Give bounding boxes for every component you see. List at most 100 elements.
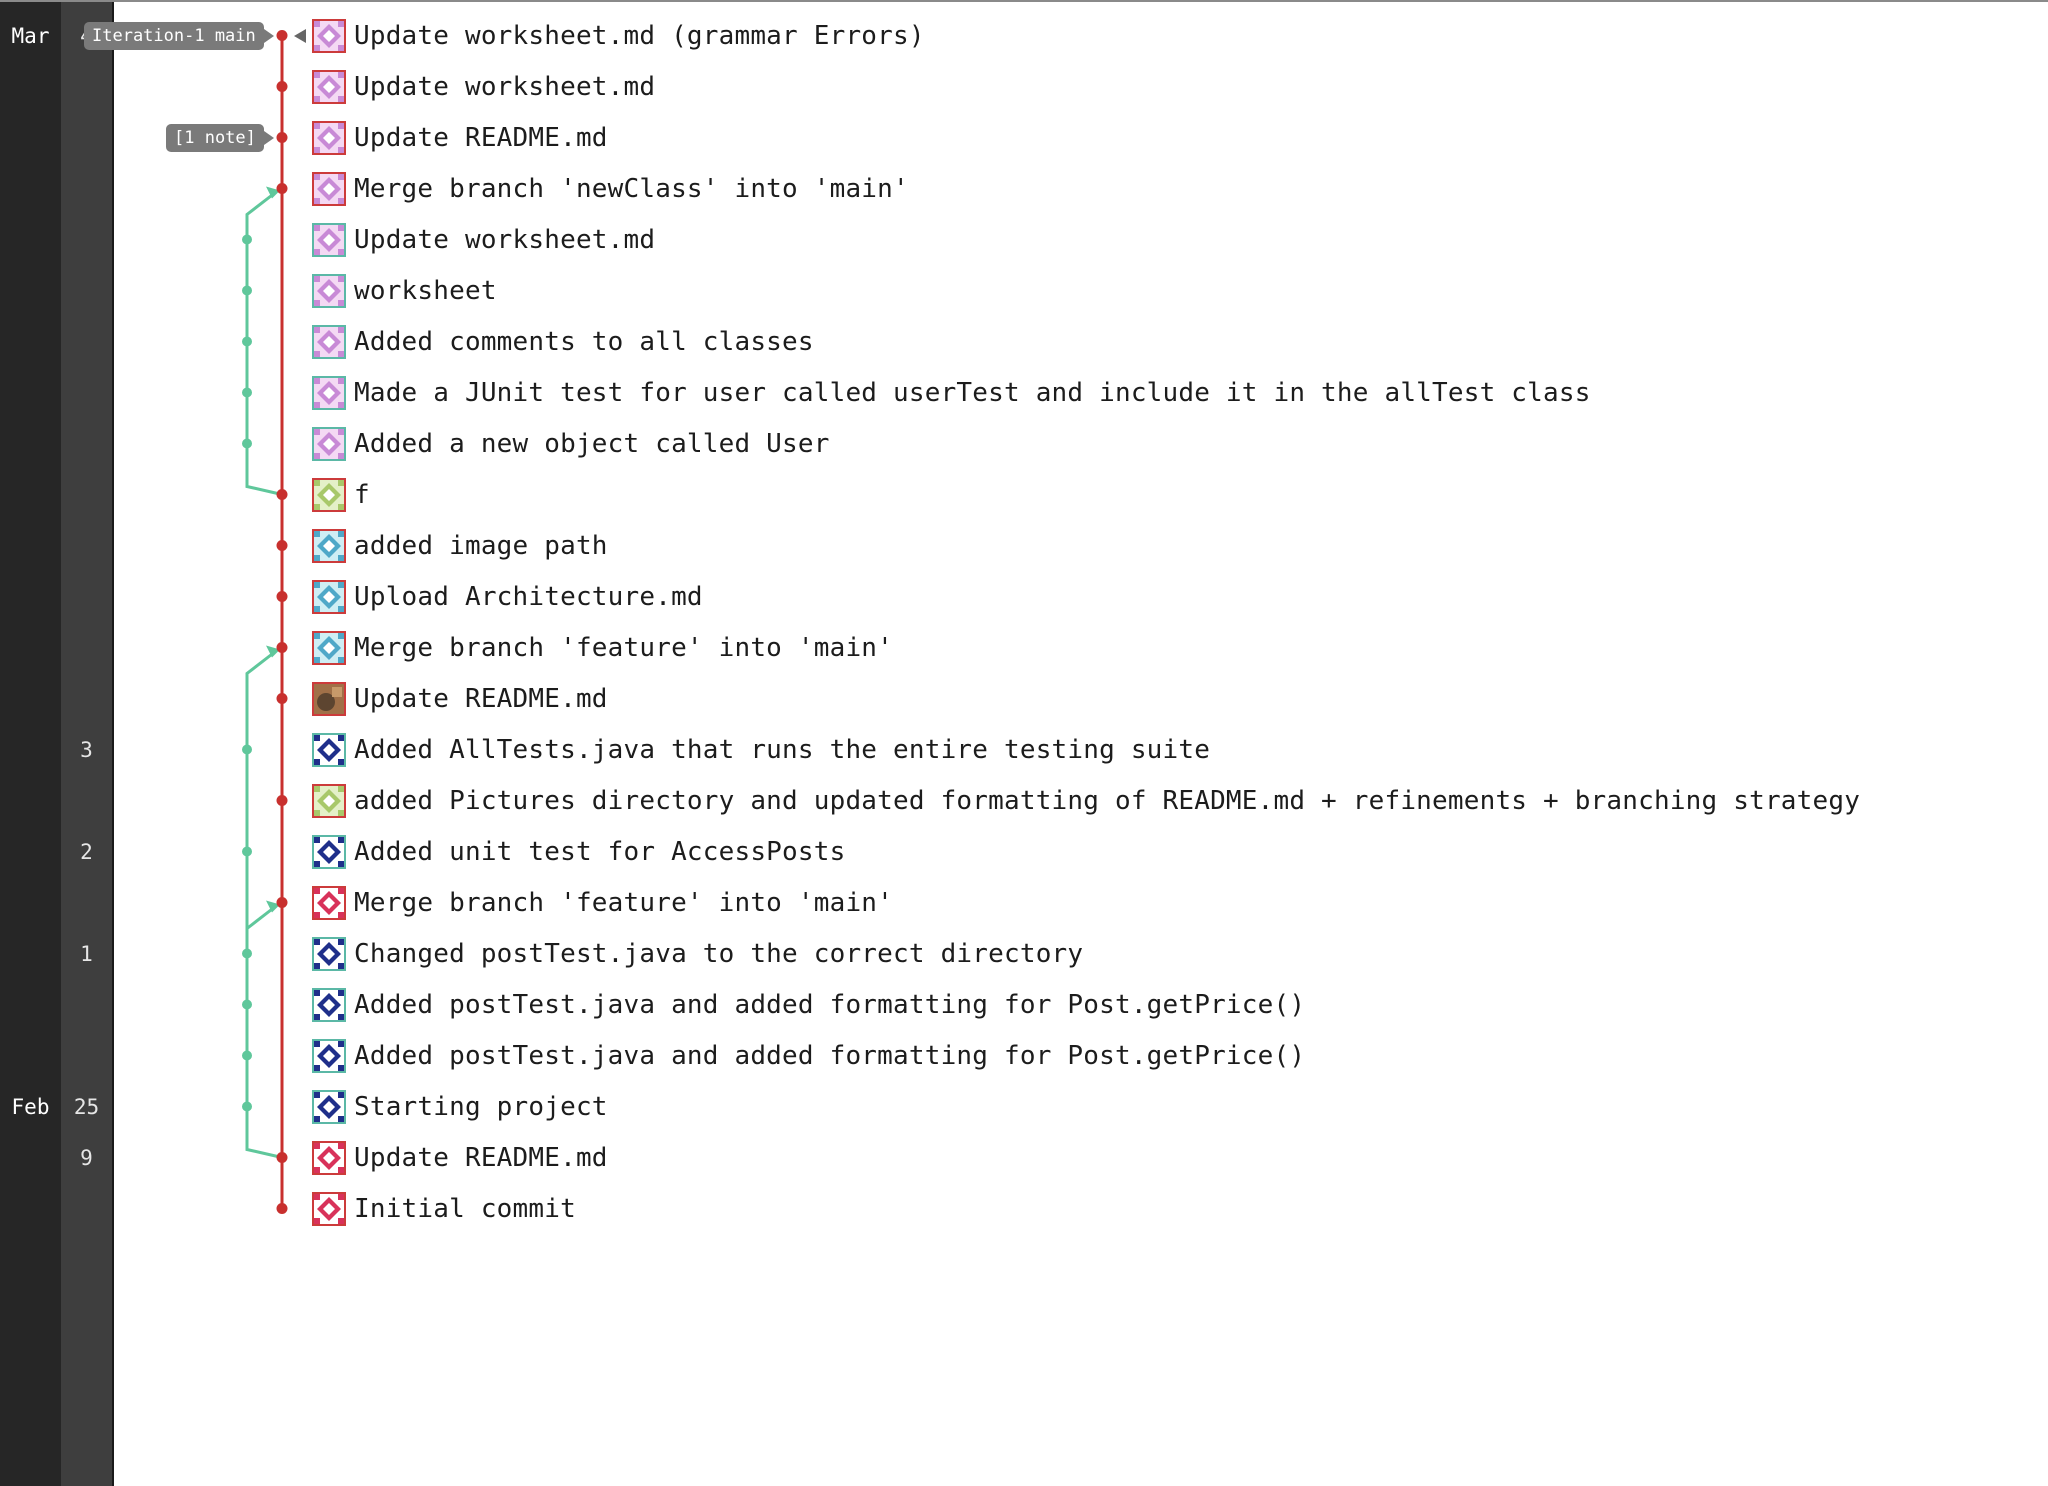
side-commit-node xyxy=(242,948,252,959)
commit-message: Update worksheet.md xyxy=(354,71,656,102)
commit-message: Update README.md xyxy=(354,1142,608,1173)
note-tag[interactable]: [1 note] xyxy=(166,123,274,152)
commit-row[interactable]: Update worksheet.md (grammar Errors) xyxy=(312,10,925,61)
author-avatar-icon xyxy=(312,885,346,920)
main-commit-node xyxy=(276,795,288,806)
commit-row[interactable]: Added comments to all classes xyxy=(312,316,814,367)
author-avatar-icon xyxy=(312,375,346,410)
commit-message: Update README.md xyxy=(354,122,608,153)
commit-message: Merge branch 'newClass' into 'main' xyxy=(354,173,909,204)
side-commit-node xyxy=(242,1101,252,1112)
side-commit-node xyxy=(242,285,252,296)
commit-message: Changed postTest.java to the correct dir… xyxy=(354,938,1084,969)
main-commit-node xyxy=(276,1152,288,1163)
commit-row[interactable]: Added postTest.java and added formatting… xyxy=(312,979,1305,1030)
commit-row[interactable]: Added AllTests.java that runs the entire… xyxy=(312,724,1210,775)
author-avatar-icon xyxy=(312,1038,346,1073)
author-avatar-icon xyxy=(312,477,346,512)
author-avatar-icon xyxy=(312,681,346,716)
commit-row[interactable]: Merge branch 'feature' into 'main' xyxy=(312,622,893,673)
main-commit-node xyxy=(276,183,288,194)
side-branch-line xyxy=(245,189,283,496)
commit-message: Added AllTests.java that runs the entire… xyxy=(354,734,1211,765)
author-avatar-icon xyxy=(312,426,346,461)
commit-message: Update worksheet.md xyxy=(354,224,656,255)
commit-row[interactable]: Upload Architecture.md xyxy=(312,571,703,622)
main-commit-node xyxy=(276,642,288,653)
commit-message: Initial commit xyxy=(354,1193,576,1224)
side-commit-node xyxy=(242,744,252,755)
side-commit-node xyxy=(242,387,252,398)
author-avatar-icon xyxy=(312,528,346,563)
commit-message: Update worksheet.md (grammar Errors) xyxy=(354,20,925,51)
main-commit-node xyxy=(276,489,288,500)
main-commit-node xyxy=(276,30,288,41)
commit-row[interactable]: Merge branch 'feature' into 'main' xyxy=(312,877,893,928)
author-avatar-icon xyxy=(312,273,346,308)
main-commit-node xyxy=(276,132,288,143)
commit-message: Made a JUnit test for user called userTe… xyxy=(354,377,1591,408)
commit-row[interactable]: Added postTest.java and added formatting… xyxy=(312,1030,1305,1081)
author-avatar-icon xyxy=(312,222,346,257)
commit-message: Starting project xyxy=(354,1091,608,1122)
commit-row[interactable]: f xyxy=(312,469,370,520)
commit-message: Update README.md xyxy=(354,683,608,714)
author-avatar-icon xyxy=(312,732,346,767)
main-commit-node xyxy=(276,693,288,704)
main-commit-node xyxy=(276,591,288,602)
author-avatar-icon xyxy=(312,783,346,818)
author-avatar-icon xyxy=(312,18,346,53)
main-commit-node xyxy=(276,897,288,908)
commit-row[interactable]: Added unit test for AccessPosts xyxy=(312,826,845,877)
author-avatar-icon xyxy=(312,630,346,665)
commit-row[interactable]: Update README.md xyxy=(312,112,608,163)
side-commit-node xyxy=(242,234,252,245)
author-avatar-icon xyxy=(312,120,346,155)
author-avatar-icon xyxy=(312,1140,346,1175)
side-commit-node xyxy=(242,438,252,449)
commit-row[interactable]: Update README.md xyxy=(312,673,608,724)
commit-message: Merge branch 'feature' into 'main' xyxy=(354,632,894,663)
commit-row[interactable]: Update README.md xyxy=(312,1132,608,1183)
main-commit-node xyxy=(276,1203,288,1214)
side-commit-node xyxy=(242,336,252,347)
commit-message: Merge branch 'feature' into 'main' xyxy=(354,887,894,918)
commit-message: Added comments to all classes xyxy=(354,326,814,357)
commit-row[interactable]: Update worksheet.md xyxy=(312,61,655,112)
main-commit-node xyxy=(276,81,288,92)
author-avatar-icon xyxy=(312,171,346,206)
side-commit-node xyxy=(242,1050,252,1061)
main-commit-node xyxy=(276,540,288,551)
commit-message: worksheet xyxy=(354,275,497,306)
commit-message: added image path xyxy=(354,530,608,561)
branch-ref-tag[interactable]: Iteration-1 main xyxy=(84,21,274,50)
head-pointer-icon xyxy=(294,28,306,43)
commit-row[interactable]: Merge branch 'newClass' into 'main' xyxy=(312,163,909,214)
commit-row[interactable]: Initial commit xyxy=(312,1183,576,1234)
commit-message: f xyxy=(354,479,370,510)
author-avatar-icon xyxy=(312,936,346,971)
commit-message: Added postTest.java and added formatting… xyxy=(354,1040,1306,1071)
author-avatar-icon xyxy=(312,1089,346,1124)
commit-message: Added postTest.java and added formatting… xyxy=(354,989,1306,1020)
author-avatar-icon xyxy=(312,69,346,104)
commit-message: Added a new object called User xyxy=(354,428,830,459)
author-avatar-icon xyxy=(312,579,346,614)
commit-row[interactable]: Made a JUnit test for user called userTe… xyxy=(312,367,1591,418)
commit-row[interactable]: Changed postTest.java to the correct dir… xyxy=(312,928,1083,979)
commit-message: added Pictures directory and updated for… xyxy=(354,785,1861,816)
commit-row[interactable]: worksheet xyxy=(312,265,497,316)
author-avatar-icon xyxy=(312,1191,346,1226)
author-avatar-icon xyxy=(312,987,346,1022)
author-avatar-icon xyxy=(312,834,346,869)
side-commit-node xyxy=(242,999,252,1010)
side-commit-node xyxy=(242,846,252,857)
commit-row[interactable]: added image path xyxy=(312,520,608,571)
commit-row[interactable]: Starting project xyxy=(312,1081,608,1132)
commit-row[interactable]: Update worksheet.md xyxy=(312,214,655,265)
author-avatar-icon xyxy=(312,324,346,359)
commit-row[interactable]: Added a new object called User xyxy=(312,418,830,469)
commit-message: Upload Architecture.md xyxy=(354,581,703,612)
commit-message: Added unit test for AccessPosts xyxy=(354,836,846,867)
commit-row[interactable]: added Pictures directory and updated for… xyxy=(312,775,1860,826)
